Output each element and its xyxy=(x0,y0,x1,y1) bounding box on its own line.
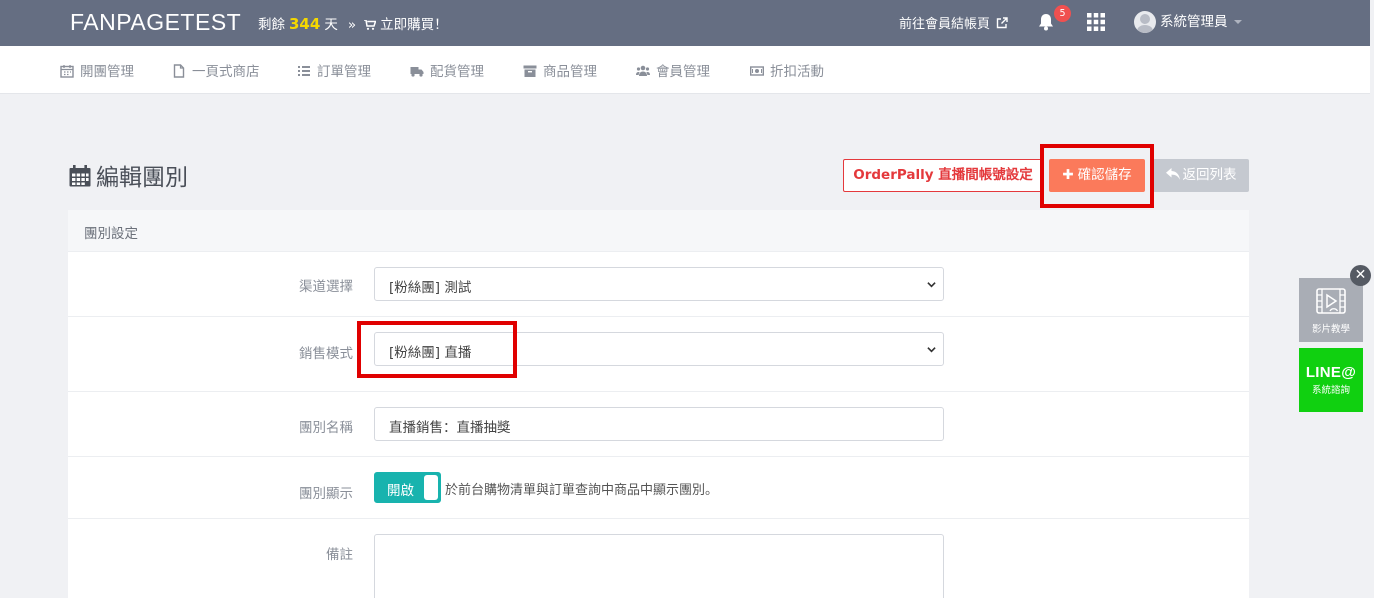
group-display-row: 團別顯示 開啟 於前台購物清單與訂單查詢中商品中顯示團別。 xyxy=(68,457,1249,519)
line-support-label: 系統諮詢 xyxy=(1311,385,1350,396)
nav-item-distribution-management[interactable]: 配貨管理 xyxy=(410,60,484,80)
group-display-description: 於前台購物清單與訂單查詢中商品中顯示團別。 xyxy=(445,483,719,498)
page-title: 編輯團別 xyxy=(68,158,188,192)
sales-mode-label: 銷售模式 xyxy=(299,346,353,362)
calendar-icon xyxy=(60,65,74,78)
external-link-icon xyxy=(996,17,1008,29)
nav-item-one-page-store[interactable]: 一頁式商店 xyxy=(172,60,260,80)
brand-logo[interactable]: FANPAGETEST xyxy=(70,9,241,36)
truck-icon xyxy=(410,67,424,77)
sales-mode-row: 銷售模式 [粉絲團] 直播 xyxy=(68,317,1249,392)
channel-label: 渠道選擇 xyxy=(299,279,353,295)
video-tutorial-widget[interactable]: 影片教學 xyxy=(1299,278,1363,342)
plus-icon: ✚ xyxy=(1062,167,1074,183)
channel-selected-value: [粉絲團] 測試 xyxy=(389,280,472,296)
group-name-value: 直播銷售：直播抽獎 xyxy=(389,420,511,436)
chevron-down-icon xyxy=(927,282,936,288)
user-name: 系統管理員 xyxy=(1160,14,1228,30)
nav-item-discount-campaigns[interactable]: 折扣活動 xyxy=(749,60,824,80)
notification-badge: 5 xyxy=(1054,5,1071,22)
remain-suffix: 天 xyxy=(324,17,338,33)
list-icon xyxy=(298,66,310,76)
channel-row: 渠道選擇 [粉絲團] 測試 xyxy=(68,252,1249,317)
group-settings-panel: 團別設定 渠道選擇 [粉絲團] 測試 銷售模式 [粉絲團] 直播 團別名稱 直播… xyxy=(68,210,1249,598)
group-name-row: 團別名稱 直播銷售：直播抽獎 xyxy=(68,392,1249,457)
chevron-down-icon xyxy=(1233,20,1242,24)
nav-item-group-management[interactable]: 開團管理 xyxy=(60,60,134,80)
back-to-list-button[interactable]: 返回列表 xyxy=(1153,159,1249,192)
group-name-label: 團別名稱 xyxy=(299,420,353,436)
user-menu[interactable]: 系統管理員 xyxy=(1134,10,1242,34)
remain-prefix: 剩餘 xyxy=(258,17,285,33)
video-icon xyxy=(1316,288,1346,314)
toggle-knob xyxy=(424,475,438,500)
nav-item-order-management[interactable]: 訂單管理 xyxy=(297,60,371,80)
subscription-remaining: 剩餘 344 天 » 立即購買！ xyxy=(258,13,448,33)
archive-icon xyxy=(523,65,537,77)
toggle-label: 開啟 xyxy=(387,483,414,499)
bell-icon[interactable] xyxy=(1036,12,1056,32)
line-logo-text: LINE@ xyxy=(1305,364,1357,381)
save-button[interactable]: ✚ 確認儲存 xyxy=(1049,159,1145,192)
buy-now-link[interactable]: 立即購買！ xyxy=(364,17,448,33)
group-name-input[interactable]: 直播銷售：直播抽獎 xyxy=(374,407,944,441)
group-display-label: 團別顯示 xyxy=(299,486,353,502)
group-display-toggle[interactable]: 開啟 xyxy=(374,472,441,503)
calendar-icon xyxy=(69,165,91,187)
sales-mode-select[interactable]: [粉絲團] 直播 xyxy=(374,332,944,366)
buy-now-label: 立即購買！ xyxy=(380,17,448,33)
line-support-widget[interactable]: LINE@ 系統諮詢 xyxy=(1299,348,1363,412)
money-icon xyxy=(749,66,765,76)
apps-grid-icon[interactable] xyxy=(1087,13,1105,31)
note-row: 備註 xyxy=(68,519,1249,598)
nav-item-product-management[interactable]: 商品管理 xyxy=(523,60,597,80)
file-icon xyxy=(173,64,185,78)
cart-icon xyxy=(364,20,377,30)
users-icon xyxy=(636,65,650,76)
nav-item-member-management[interactable]: 會員管理 xyxy=(636,60,710,80)
sales-mode-selected-value: [粉絲團] 直播 xyxy=(389,345,472,361)
reply-icon xyxy=(1165,168,1180,180)
chevron-down-icon xyxy=(927,347,936,353)
separator: » xyxy=(347,17,357,33)
orderpally-settings-button[interactable]: OrderPally 直播間帳號設定 xyxy=(843,159,1043,192)
channel-select[interactable]: [粉絲團] 測試 xyxy=(374,267,944,301)
avatar xyxy=(1134,11,1156,33)
note-label: 備註 xyxy=(326,547,353,563)
close-icon[interactable]: ✕ xyxy=(1350,265,1371,286)
checkout-link-label: 前往會員結帳頁 xyxy=(899,17,991,32)
main-nav: 開團管理 一頁式商店 訂單管理 配貨管理 商品管理 會員管理 折扣活動 xyxy=(0,46,1370,94)
panel-header: 團別設定 xyxy=(68,210,1249,252)
member-checkout-link[interactable]: 前往會員結帳頁 xyxy=(899,13,1008,32)
top-bar: FANPAGETEST 剩餘 344 天 » 立即購買！ 前往會員結帳頁 5 系統管理員 xyxy=(0,0,1370,46)
remain-days: 344 xyxy=(289,15,321,33)
note-textarea[interactable] xyxy=(374,534,944,598)
video-tutorial-label: 影片教學 xyxy=(1311,324,1350,335)
